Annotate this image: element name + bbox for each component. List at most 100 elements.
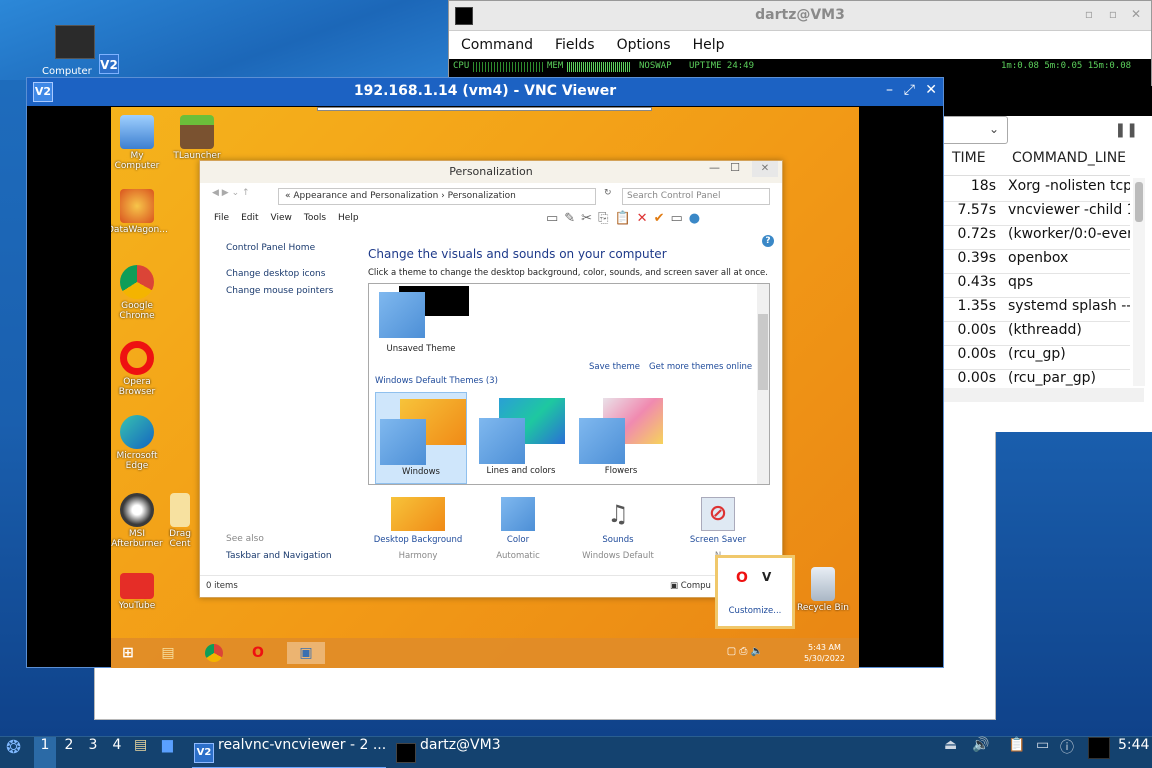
file-explorer-icon[interactable]: ▤ [155,642,181,664]
table-row[interactable]: 0.39s openbox [944,250,1130,274]
desktop-icon-drag-center[interactable]: Drag Cent [163,493,197,549]
desktop-background-setting[interactable]: Desktop Background Harmony [368,497,468,561]
workspace-4[interactable]: 4 [106,737,128,768]
menu-help[interactable]: Help [338,213,359,223]
change-mouse-pointers-link[interactable]: Change mouse pointers [226,286,333,296]
get-more-themes-link[interactable]: Get more themes online [649,362,752,372]
menu-tools[interactable]: Tools [304,213,326,223]
file-manager-icon[interactable]: ▤ [134,737,154,768]
computer-icon[interactable] [55,25,95,59]
unsaved-theme[interactable]: Unsaved Theme [375,286,469,354]
task-terminal[interactable]: dartz@VM3 [394,737,534,768]
table-row[interactable]: 0.72s (kworker/0:0-ever [944,226,1130,250]
theme-flowers[interactable]: Flowers [575,392,667,476]
maximize-button[interactable]: ⤢ [904,82,915,98]
taskbar-navigation-link[interactable]: Taskbar and Navigation [226,551,332,561]
desktop-icon-youtube[interactable]: YouTube [111,569,167,611]
volume-icon[interactable]: 🔊 [972,737,992,768]
horizontal-scrollbar[interactable] [944,388,1144,402]
vnc-viewer-desktop-icon[interactable]: V2 [99,54,119,74]
theme-label: Lines and colors [486,466,556,476]
table-row[interactable]: 0.43s qps [944,274,1130,298]
screen-saver-setting[interactable]: ⊘ Screen Saver N [668,497,768,561]
desktop-icon-opera[interactable]: Opera Browser [111,341,167,397]
back-forward-icons[interactable]: ◀ ▶ ⌄ ↑ [212,188,250,198]
refresh-icon[interactable]: ↻ [604,188,612,198]
clipboard-icon[interactable]: 📋 [1008,737,1028,768]
cpu-meter-label: CPU [453,61,470,71]
theme-scrollbar[interactable] [757,284,769,484]
minimize-button[interactable]: — [709,161,720,174]
scrollbar-thumb[interactable] [758,314,768,390]
change-desktop-icons-link[interactable]: Change desktop icons [226,269,325,279]
cpu-monitor-icon[interactable] [1088,737,1112,768]
setting-value: Automatic [496,551,540,561]
start-menu-icon[interactable]: ❂ [6,737,28,768]
desktop-icon[interactable]: ▆ [162,737,182,768]
desktop-icon-datawagon[interactable]: DataWagon... [111,189,168,235]
breadcrumb-item[interactable]: Appearance and Personalization [293,191,438,201]
close-button[interactable]: ✕ [1131,7,1141,21]
workspace-2[interactable]: 2 [58,737,80,768]
vnc-tray-icon[interactable]: V [762,570,771,584]
remote-clock[interactable]: 5:43 AM 5/30/2022 [804,642,845,664]
toolbar-icons[interactable]: ▭✎✂⎘📋✕✔▭● [546,211,706,226]
table-row[interactable]: 7.57s vncviewer -child 1 [944,202,1130,226]
color-setting[interactable]: Color Automatic [468,497,568,561]
desktop-icon-recycle-bin[interactable]: Recycle Bin [793,567,853,613]
windows-start-icon[interactable]: ⊞ [115,642,141,664]
pause-icon[interactable]: ❚❚ [1115,122,1138,138]
column-command-line[interactable]: COMMAND_LINE [1004,150,1130,175]
table-row[interactable]: 0.00s (rcu_par_gp) [944,370,1130,386]
desktop-icon-tlauncher[interactable]: TLauncher [167,115,227,161]
tray-icons[interactable]: ▢ ⎙ 🔈 [727,646,763,657]
help-icon[interactable]: ? [762,235,774,247]
maximize-button[interactable]: ☐ [730,161,740,174]
desktop-icon-my-computer[interactable]: My Computer [111,115,167,171]
clock[interactable]: 5:44 [1118,737,1149,768]
search-input[interactable]: Search Control Panel [622,188,770,205]
address-bar[interactable]: « Appearance and Personalization › Perso… [278,188,596,205]
menu-fields[interactable]: Fields [555,37,595,53]
notification-icon[interactable]: ⓘ [1060,737,1080,768]
workspace-1[interactable]: 1 [34,737,56,768]
column-time[interactable]: TIME [944,150,1004,175]
table-row[interactable]: 1.35s systemd splash -- [944,298,1130,322]
table-row[interactable]: 0.00s (rcu_gp) [944,346,1130,370]
sounds-setting[interactable]: ♫ Sounds Windows Default [568,497,668,561]
menu-command[interactable]: Command [461,37,533,53]
menu-view[interactable]: View [271,213,292,223]
close-button[interactable]: ✕ [925,82,937,98]
menu-edit[interactable]: Edit [241,213,258,223]
table-row[interactable]: 0.00s (kthreadd) [944,322,1130,346]
theme-windows[interactable]: Windows [375,392,467,484]
menu-file[interactable]: File [214,213,229,223]
theme-lines-and-colors[interactable]: Lines and colors [475,392,567,476]
save-theme-link[interactable]: Save theme [589,362,640,372]
minimize-button[interactable]: – [886,82,893,98]
maximize-button[interactable]: ▫ [1109,7,1117,21]
desktop-icon-msi-afterburner[interactable]: MSI Afterburner [111,493,167,549]
breadcrumb-item[interactable]: Personalization [448,191,516,201]
close-button[interactable]: ✕ [752,161,778,177]
control-panel-taskbar-icon[interactable]: ▣ [287,642,325,664]
vnc-toolbar-stub[interactable] [317,107,652,111]
scrollbar-thumb[interactable] [1135,182,1143,222]
chrome-taskbar-icon[interactable] [201,642,227,664]
desktop-icon-edge[interactable]: Microsoft Edge [111,415,167,471]
eject-icon[interactable]: ⏏ [944,737,962,768]
menu-options[interactable]: Options [617,37,671,53]
table-row[interactable]: 18s Xorg -nolisten tcp [944,178,1130,202]
workspace-3[interactable]: 3 [82,737,104,768]
minimize-button[interactable]: ▫ [1085,7,1093,21]
task-vncviewer[interactable]: V2 realvnc-vncviewer - 2 ... [192,737,386,768]
customize-link[interactable]: Customize... [718,606,792,616]
opera-taskbar-icon[interactable]: O [245,642,271,664]
menu-help[interactable]: Help [693,37,725,53]
control-panel-home-link[interactable]: Control Panel Home [226,243,315,253]
remote-desktop[interactable]: My Computer TLauncher DataWagon... Googl… [111,107,859,668]
desktop-icon-chrome[interactable]: Google Chrome [111,265,167,321]
network-icon[interactable]: ▭ [1036,737,1056,768]
vertical-scrollbar[interactable] [1133,178,1145,386]
opera-tray-icon[interactable]: O [736,570,748,586]
